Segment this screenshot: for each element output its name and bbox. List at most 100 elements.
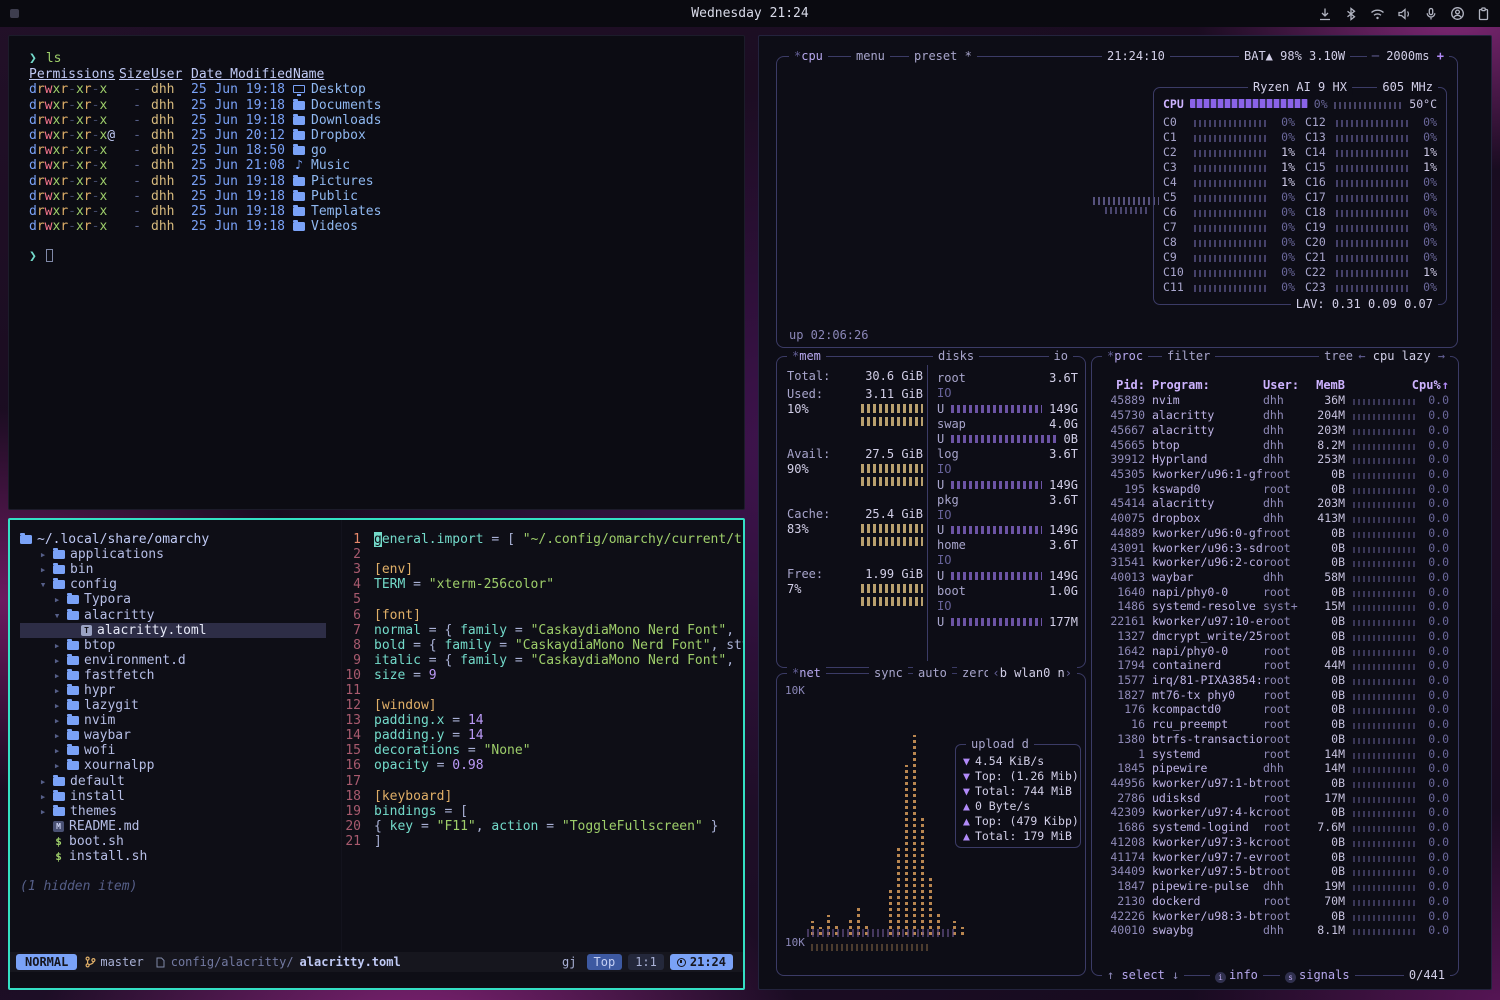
editor-line[interactable]: 12[window] [342, 698, 743, 713]
process-row[interactable]: 45305kworker/u96:1-gfroot0B0.0 [1101, 467, 1449, 482]
process-row[interactable]: 45889nvimdhh36M0.0 [1101, 393, 1449, 408]
menu-button[interactable]: menu [851, 49, 890, 64]
editor-line[interactable]: 18[keyboard] [342, 789, 743, 804]
proc-box-title[interactable]: *proc [1102, 349, 1148, 364]
tree-dir-waybar[interactable]: ▸waybar [20, 728, 341, 743]
editor-line[interactable]: 16opacity = 0.98 [342, 758, 743, 773]
editor-line[interactable]: 3[env] [342, 562, 743, 577]
editor-line[interactable]: 10size = 9 [342, 668, 743, 683]
tree-dir-applications[interactable]: ▸applications [20, 547, 341, 562]
editor-buffer[interactable]: 1general.import = [ "~/.config/omarchy/c… [342, 520, 743, 952]
editor-line[interactable]: 17 [342, 774, 743, 789]
process-row[interactable]: 1327dmcrypt_write/25root0B0.0 [1101, 629, 1449, 644]
process-row[interactable]: 40013waybardhh58M0.0 [1101, 570, 1449, 585]
process-row[interactable]: 1486systemd-resolvesyst+15M0.0 [1101, 599, 1449, 614]
process-row[interactable]: 40075dropboxdhh413M0.0 [1101, 511, 1449, 526]
process-row[interactable]: 2130dockerdroot70M0.0 [1101, 893, 1449, 908]
editor-line[interactable]: 6[font] [342, 607, 743, 622]
tree-dir-alacritty[interactable]: ▾alacritty [20, 607, 341, 622]
command-line[interactable] [10, 972, 743, 988]
process-row[interactable]: 1845pipewiredhh14M0.0 [1101, 761, 1449, 776]
process-row[interactable]: 42226kworker/u98:3-btroot0B0.0 [1101, 908, 1449, 923]
tree-dir-install[interactable]: ▸install [20, 789, 341, 804]
process-row[interactable]: 1577irq/81-PIXA3854:root0B0.0 [1101, 673, 1449, 688]
process-row[interactable]: 2786udisksdroot17M0.0 [1101, 790, 1449, 805]
editor-line[interactable]: 21] [342, 834, 743, 849]
process-row[interactable]: 22161kworker/u97:10-eroot0B0.0 [1101, 614, 1449, 629]
cpu-box-title[interactable]: *cpu [789, 49, 828, 64]
git-branch[interactable]: master [85, 955, 143, 969]
tree-dir-config[interactable]: ▾config [20, 577, 341, 592]
process-row[interactable]: 1827mt76-tx phy0root0B0.0 [1101, 687, 1449, 702]
workspace-indicator[interactable] [10, 9, 19, 18]
volume-icon[interactable] [1397, 7, 1412, 21]
process-row[interactable]: 44889kworker/u96:0-gfroot0B0.0 [1101, 525, 1449, 540]
process-row[interactable]: 1794containerdroot44M0.0 [1101, 658, 1449, 673]
tree-toggle[interactable]: tree [1319, 349, 1358, 364]
process-row[interactable]: 39912Hyprlanddhh253M0.0 [1101, 452, 1449, 467]
process-row[interactable]: 40010swaybgdhh8.1M0.0 [1101, 923, 1449, 938]
refresh-rate[interactable]: ─ 2000ms + [1367, 49, 1449, 64]
editor-line[interactable]: 4TERM = "xterm-256color" [342, 577, 743, 592]
tree-dir-lazygit[interactable]: ▸lazygit [20, 698, 341, 713]
process-row[interactable]: 45414alacrittydhh203M0.0 [1101, 496, 1449, 511]
tree-dir-nvim[interactable]: ▸nvim [20, 713, 341, 728]
net-auto-toggle[interactable]: auto [913, 666, 952, 681]
process-row[interactable]: 195kswapd0root0B0.0 [1101, 481, 1449, 496]
tree-file-README.md[interactable]: MREADME.md [20, 819, 341, 834]
tree-dir-Typora[interactable]: ▸Typora [20, 592, 341, 607]
editor-line[interactable]: 19bindings = [ [342, 804, 743, 819]
system-monitor-window[interactable]: *cpu menu preset * 21:24:10 BAT▲ 98% 3.1… [758, 35, 1492, 990]
filter-button[interactable]: filter [1162, 349, 1215, 364]
process-row[interactable]: 41174kworker/u97:7-evroot0B0.0 [1101, 849, 1449, 864]
info-hint[interactable]: iinfo [1210, 968, 1263, 983]
net-sync-toggle[interactable]: sync [869, 666, 908, 681]
process-row[interactable]: 1642napi/phy0-0root0B0.0 [1101, 643, 1449, 658]
process-row[interactable]: 44956kworker/u97:1-btroot0B0.0 [1101, 776, 1449, 791]
editor-line[interactable]: 8bold = { family = "CaskaydiaMono Nerd F… [342, 638, 743, 653]
process-row[interactable]: 43091kworker/u96:3-sdroot0B0.0 [1101, 540, 1449, 555]
select-hint[interactable]: ↑ select ↓ [1102, 968, 1184, 983]
process-row[interactable]: 45665btopdhh8.2M0.0 [1101, 437, 1449, 452]
bluetooth-icon[interactable] [1344, 7, 1358, 21]
file-tree[interactable]: ~/.local/share/omarchy▸applications▸bin▾… [10, 520, 342, 952]
tree-dir-hypr[interactable]: ▸hypr [20, 683, 341, 698]
process-row[interactable]: 1847pipewire-pulsedhh19M0.0 [1101, 879, 1449, 894]
clipboard-icon[interactable] [1477, 7, 1490, 21]
preset-button[interactable]: preset * [909, 49, 977, 64]
editor-line[interactable]: 9italic = { family = "CaskaydiaMono Nerd… [342, 653, 743, 668]
updates-icon[interactable] [1318, 7, 1332, 21]
process-row[interactable]: 1640napi/phy0-0root0B0.0 [1101, 584, 1449, 599]
tree-file-boot.sh[interactable]: $boot.sh [20, 834, 341, 849]
process-row[interactable]: 31541kworker/u96:2-coroot0B0.0 [1101, 555, 1449, 570]
user-icon[interactable] [1450, 6, 1465, 21]
tree-dir-xournalpp[interactable]: ▸xournalpp [20, 758, 341, 773]
tree-dir-wofi[interactable]: ▸wofi [20, 743, 341, 758]
editor-window[interactable]: ~/.local/share/omarchy▸applications▸bin▾… [8, 518, 745, 990]
tree-root[interactable]: ~/.local/share/omarchy [20, 532, 341, 547]
net-interface[interactable]: ‹b wlan0 n› [988, 666, 1078, 681]
process-row[interactable]: 16rcu_preemptroot0B0.0 [1101, 717, 1449, 732]
process-row[interactable]: 45667alacrittydhh203M0.0 [1101, 422, 1449, 437]
tree-dir-themes[interactable]: ▸themes [20, 804, 341, 819]
process-row[interactable]: 1380btrfs-transactioroot0B0.0 [1101, 732, 1449, 747]
process-row[interactable]: 1686systemd-logindroot7.6M0.0 [1101, 820, 1449, 835]
editor-line[interactable]: 20{ key = "F11", action = "ToggleFullscr… [342, 819, 743, 834]
editor-line[interactable]: 5 [342, 592, 743, 607]
process-row[interactable]: 42309kworker/u97:4-kcroot0B0.0 [1101, 805, 1449, 820]
editor-line[interactable]: 11 [342, 683, 743, 698]
io-toggle[interactable]: io [1049, 349, 1073, 364]
sort-selector[interactable]: ← cpu lazy → [1353, 349, 1450, 364]
editor-line[interactable]: 1general.import = [ "~/.config/omarchy/c… [342, 532, 743, 547]
process-row[interactable]: 41208kworker/u97:3-kcroot0B0.0 [1101, 835, 1449, 850]
mic-icon[interactable] [1424, 7, 1438, 21]
editor-line[interactable]: 7normal = { family = "CaskaydiaMono Nerd… [342, 623, 743, 638]
editor-line[interactable]: 15decorations = "None" [342, 743, 743, 758]
mem-box-title[interactable]: *mem [787, 349, 826, 364]
tree-file-alacritty.toml[interactable]: Talacritty.toml [20, 623, 326, 638]
editor-line[interactable]: 14padding.y = 14 [342, 728, 743, 743]
tree-file-install.sh[interactable]: $install.sh [20, 849, 341, 864]
tree-dir-bin[interactable]: ▸bin [20, 562, 341, 577]
process-row[interactable]: 1systemdroot14M0.0 [1101, 746, 1449, 761]
signals-hint[interactable]: ssignals [1280, 968, 1355, 983]
